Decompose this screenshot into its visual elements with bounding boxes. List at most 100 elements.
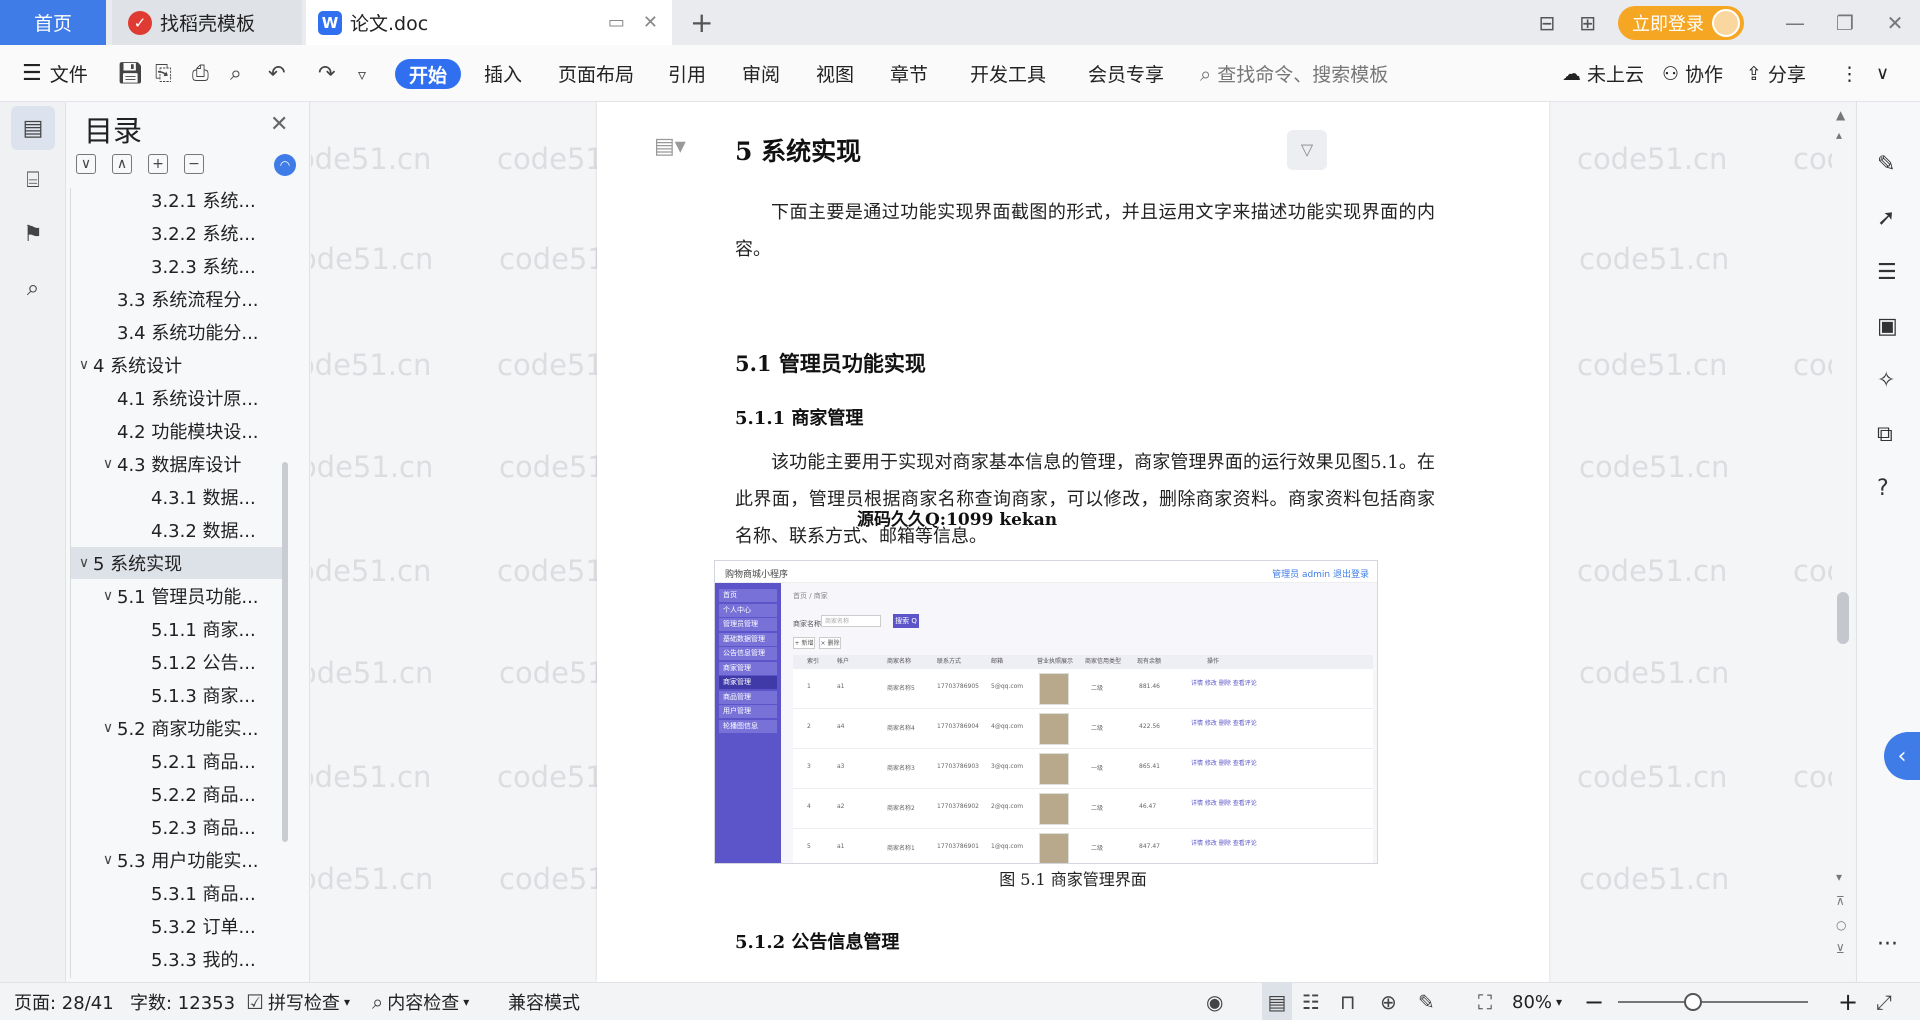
ai-assistant-icon[interactable]: ✧ — [1877, 368, 1895, 393]
write-mode-icon[interactable]: ✎ — [1418, 983, 1435, 1020]
scroll-top-icon[interactable]: ▲ — [1836, 108, 1845, 122]
collaborate-button[interactable]: ⚇ 协作 — [1662, 45, 1723, 102]
menu-view[interactable]: 视图 — [816, 45, 854, 102]
zoom-slider-handle[interactable] — [1684, 993, 1702, 1011]
tab-document[interactable]: W 论文.doc ▭ ✕ — [306, 0, 672, 45]
toc-item[interactable]: 5.3.2 订单... — [71, 910, 287, 942]
toc-item[interactable]: 5.1.3 商家... — [71, 679, 287, 711]
chevron-down-icon[interactable]: ∨ — [99, 720, 117, 736]
toc-item[interactable]: 3.2.3 系统... — [71, 250, 287, 282]
toc-item[interactable]: ∨ 5.1 管理员功能... — [71, 580, 287, 612]
toc-item[interactable]: ∨ 5 系统实现 — [71, 547, 287, 579]
print-icon[interactable]: ⎙ — [192, 61, 209, 86]
eye-protection-icon[interactable]: ◉ — [1206, 983, 1223, 1020]
export-pdf-icon[interactable]: ⎘ — [155, 61, 172, 86]
fullscreen-icon[interactable]: ⤢ — [1876, 983, 1892, 1020]
minimize-icon[interactable]: — — [1770, 11, 1820, 35]
toc-item[interactable]: ∨ 5.2 商家功能实... — [71, 712, 287, 744]
spell-check-button[interactable]: ☑ 拼写检查 ▾ — [246, 983, 350, 1020]
chevron-down-icon[interactable]: ∨ — [99, 852, 117, 868]
save-icon[interactable]: 💾︎ — [117, 61, 144, 86]
undo-icon[interactable]: ↶ — [268, 61, 286, 85]
tab-home[interactable]: 首页 — [0, 0, 106, 45]
menu-member[interactable]: 会员专享 — [1088, 45, 1164, 102]
page-view-icon[interactable]: ▤ — [1262, 983, 1292, 1020]
menu-insert[interactable]: 插入 — [484, 45, 522, 102]
scroll-thumb[interactable] — [1837, 592, 1849, 644]
file-menu[interactable]: ☰ 文件 — [22, 45, 88, 102]
toc-item[interactable]: 3.2.1 系统... — [71, 188, 287, 216]
content-check-button[interactable]: ⌕ 内容检查 ▾ — [372, 983, 469, 1020]
apps-grid-icon[interactable]: ⊞ — [1579, 11, 1596, 35]
fit-page-icon[interactable]: ⛶ — [1478, 983, 1492, 1020]
remove-heading-icon[interactable]: − — [184, 154, 204, 174]
chevron-down-icon[interactable]: ∨ — [75, 357, 93, 373]
cursor-icon[interactable]: ➚ — [1877, 206, 1895, 231]
toc-item[interactable]: 5.3.3 我的... — [71, 943, 287, 975]
page-collapse-icon[interactable]: ▽ — [1287, 130, 1327, 170]
toc-item[interactable]: 3.3 系统流程分... — [71, 283, 287, 315]
toc-item[interactable]: 4.3.1 数据... — [71, 481, 287, 513]
bookmark-icon[interactable]: ⚑ — [11, 212, 55, 256]
zoom-in-icon[interactable]: + — [1838, 983, 1858, 1020]
menu-page-layout[interactable]: 页面布局 — [558, 45, 634, 102]
chevron-down-icon[interactable]: ∨ — [99, 588, 117, 604]
help-icon[interactable]: ? — [1877, 476, 1889, 501]
toc-item[interactable]: 5.3.1 商品... — [71, 877, 287, 909]
toc-item[interactable]: 5.1.2 公告... — [71, 646, 287, 678]
login-button[interactable]: 立即登录 — [1618, 5, 1744, 40]
quick-access-dropdown-icon[interactable]: ▿ — [358, 65, 366, 84]
paragraph-layout-icon[interactable]: ▤▾ — [654, 134, 686, 159]
print-preview-icon[interactable]: ⌕ — [230, 61, 242, 86]
document-page[interactable]: ▤▾ 5 系统实现 下面主要是通过功能实现界面截图的形式，并且运用文字来描述功能… — [597, 102, 1549, 982]
toc-item[interactable]: 3.2.2 系统... — [71, 217, 287, 249]
word-count[interactable]: 字数: 12353 — [130, 983, 235, 1020]
reading-view-icon[interactable]: ⊓ — [1340, 983, 1356, 1020]
monitor-icon[interactable]: ▭ — [608, 12, 625, 33]
menu-developer[interactable]: 开发工具 — [970, 45, 1046, 102]
command-search[interactable]: ⌕ 查找命令、搜索模板 — [1200, 45, 1388, 102]
close-window-icon[interactable]: ✕ — [1870, 11, 1920, 35]
more-options-icon[interactable]: ⋮ — [1840, 45, 1859, 102]
toc-item[interactable]: 4.3.2 数据... — [71, 514, 287, 546]
zoom-out-icon[interactable]: − — [1584, 983, 1604, 1020]
toc-item[interactable]: ∨ 4 系统设计 — [71, 349, 287, 381]
toc-item[interactable]: 4.1 系统设计原... — [71, 382, 287, 414]
toc-item[interactable]: 5.2.1 商品... — [71, 745, 287, 777]
document-scrollbar[interactable]: ▲ ▴ ▾ ⊼ ○ ⊻ — [1832, 102, 1854, 982]
add-heading-icon[interactable]: + — [148, 154, 168, 174]
cloud-status[interactable]: ☁ 未上云 — [1562, 45, 1644, 102]
share-button[interactable]: ⇪ 分享 — [1746, 45, 1806, 102]
reading-layout-icon[interactable]: ⊟ — [1538, 11, 1555, 35]
toc-mode-toggle-icon[interactable]: ◠ — [274, 154, 296, 176]
pen-icon[interactable]: ✎ — [1877, 152, 1895, 177]
settings-sliders-icon[interactable]: ☰ — [1877, 260, 1897, 285]
navigation-icon[interactable]: ⌸ — [11, 158, 55, 202]
prev-page-icon[interactable]: ⊼ — [1836, 894, 1845, 908]
zoom-slider[interactable] — [1618, 1001, 1808, 1003]
toc-item[interactable]: 3.4 系统功能分... — [71, 316, 287, 348]
toc-scrollbar[interactable] — [282, 462, 288, 842]
scroll-up-icon[interactable]: ▴ — [1836, 128, 1842, 142]
chevron-down-icon[interactable]: ∨ — [99, 456, 117, 472]
web-view-icon[interactable]: ⊕ — [1380, 983, 1397, 1020]
toc-item[interactable]: ∨ 4.3 数据库设计 — [71, 448, 287, 480]
next-page-icon[interactable]: ⊻ — [1836, 942, 1845, 956]
menu-start[interactable]: 开始 — [395, 59, 461, 89]
close-icon[interactable]: ✕ — [270, 112, 288, 137]
collapse-ribbon-icon[interactable]: ∨ — [1876, 45, 1889, 102]
menu-review[interactable]: 审阅 — [742, 45, 780, 102]
toc-item[interactable]: 4.2 功能模块设... — [71, 415, 287, 447]
search-icon[interactable]: ⌕ — [11, 266, 55, 310]
restore-icon[interactable]: ❐ — [1820, 11, 1870, 35]
toc-item[interactable]: 5.1.1 商家... — [71, 613, 287, 645]
expand-all-icon[interactable]: ∨ — [76, 154, 96, 174]
collapse-all-icon[interactable]: ∧ — [112, 154, 132, 174]
tab-daoke-templates[interactable]: ✓ 找稻壳模板 — [112, 0, 302, 45]
image-tools-icon[interactable]: ▣ — [1877, 314, 1898, 339]
menu-references[interactable]: 引用 — [668, 45, 706, 102]
menu-chapter[interactable]: 章节 — [890, 45, 928, 102]
page-indicator[interactable]: 页面: 28/41 — [14, 983, 114, 1020]
outline-view-icon[interactable]: ☷ — [1302, 983, 1320, 1020]
more-icon[interactable]: ··· — [1877, 932, 1898, 957]
